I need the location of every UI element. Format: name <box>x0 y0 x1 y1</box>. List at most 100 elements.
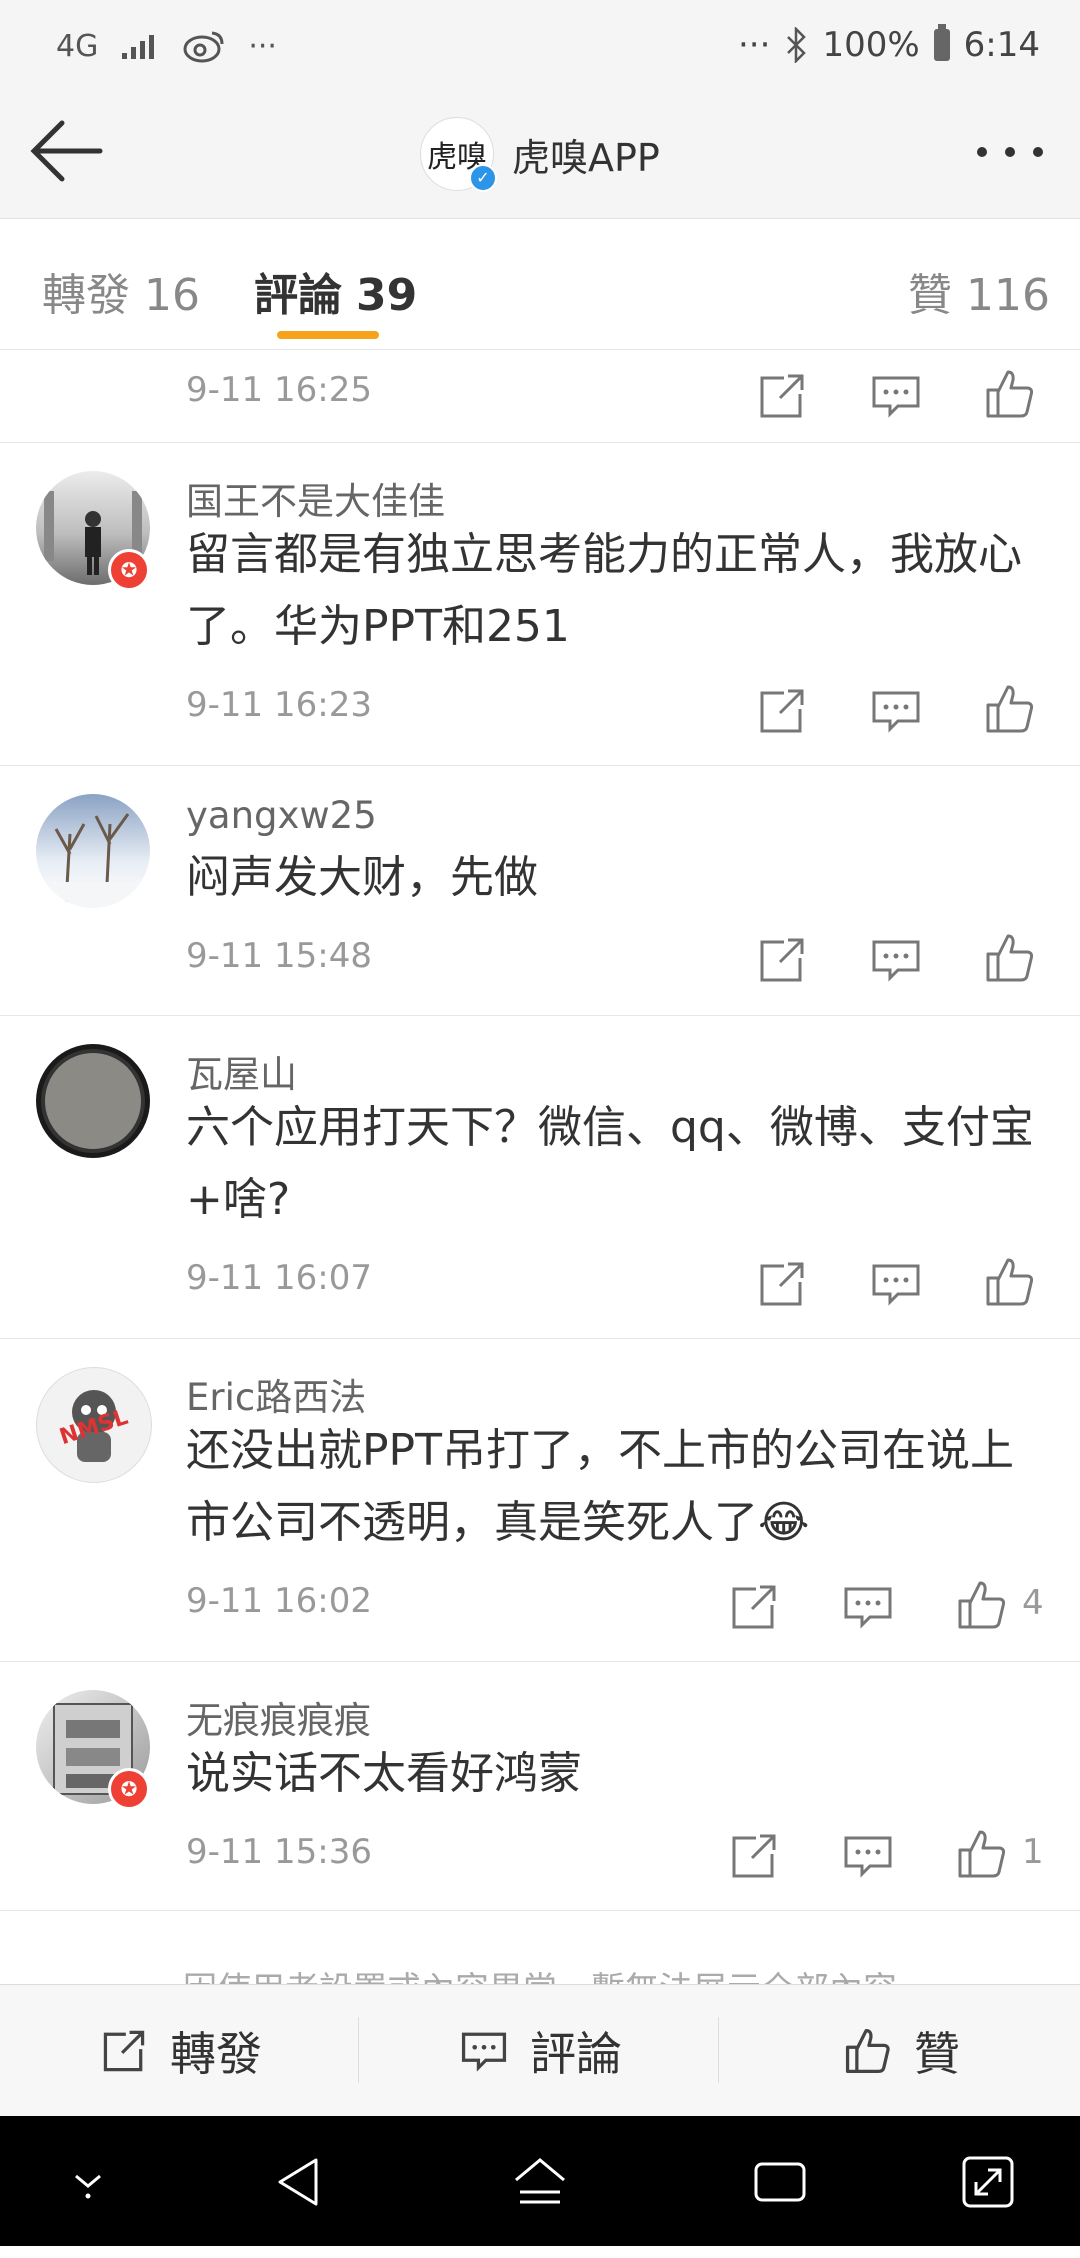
like-count: 4 <box>1022 1583 1044 1623</box>
avatar-image <box>41 1049 145 1153</box>
status-more-right: ··· <box>738 25 771 65</box>
comment-time: 9-11 16:25 <box>186 370 372 410</box>
clock: 6:14 <box>963 25 1040 65</box>
comment-icon[interactable] <box>868 1256 924 1312</box>
repost-icon <box>103 2030 145 2072</box>
comment-time: 9-11 15:36 <box>186 1832 372 1872</box>
system-nav-bar <box>0 2116 1080 2246</box>
comment-time: 9-11 16:02 <box>186 1581 372 1621</box>
recents-nav-icon[interactable] <box>750 2152 810 2212</box>
like-count: 1 <box>1022 1832 1044 1872</box>
like-icon[interactable] <box>982 930 1038 986</box>
separator <box>358 2017 359 2083</box>
status-left: 4G ··· <box>56 24 277 68</box>
app-header: 虎嗅 ✓ 虎嗅APP <box>0 90 1080 219</box>
tab-comments-label: 評論 <box>254 270 342 321</box>
comment-username[interactable]: 瓦屋山 <box>186 1044 297 1098</box>
comment-time: 9-11 16:23 <box>186 685 372 725</box>
account-logo: 虎嗅 ✓ <box>420 117 497 192</box>
network-type: 4G <box>56 28 99 64</box>
back-arrow-icon <box>30 120 103 182</box>
tab-repost-count: 16 <box>144 270 200 321</box>
member-badge-icon: ✪ <box>108 549 150 591</box>
more-dots-icon <box>977 147 1043 157</box>
comment-icon <box>461 2032 507 2072</box>
comment-text: 留言都是有独立思考能力的正常人，我放心了。华为PPT和251 <box>186 529 1022 652</box>
home-nav-icon[interactable] <box>510 2152 570 2212</box>
comment-icon[interactable] <box>840 1828 896 1884</box>
user-avatar[interactable] <box>36 794 150 908</box>
notice-text: 因使用者設置或內容異常，暫無法展示全部內容 <box>183 1970 897 1984</box>
comment-item: yangxw25 闷声发大财，先做 9-11 15:48 <box>0 766 1080 1016</box>
comment-username[interactable]: yangxw25 <box>186 794 377 837</box>
avatar-image <box>36 813 150 908</box>
battery-percent: 100% <box>822 25 920 65</box>
tab-comments[interactable]: 評論 39 <box>254 259 417 323</box>
like-label: 贊 <box>914 2027 960 2081</box>
comment-text: 闷声发大财，先做 <box>186 852 538 903</box>
comment-icon[interactable] <box>868 932 924 988</box>
signal-icon <box>122 35 155 59</box>
member-badge-icon: ✪ <box>108 1768 150 1810</box>
back-button[interactable] <box>24 116 110 186</box>
comment-text: 说实话不太看好鸿蒙 <box>186 1748 582 1799</box>
like-button[interactable]: 贊 <box>842 1985 960 2117</box>
tab-likes[interactable]: 贊 116 <box>908 259 1050 323</box>
comment-item: NMSL Eric路西法 还没出就PPT吊打了，不上市的公司在说上市公司不透明，… <box>0 1339 1080 1662</box>
comment-username[interactable]: 国王不是大佳佳 <box>186 471 445 525</box>
status-bar: 4G ··· ··· 100% 6:14 <box>0 0 1080 90</box>
comment-time: 9-11 15:48 <box>186 936 372 976</box>
comment-icon[interactable] <box>840 1579 896 1635</box>
tab-likes-label: 贊 <box>908 270 952 321</box>
bottom-action-bar: 轉發 評論 贊 <box>0 1984 1080 2117</box>
user-avatar[interactable] <box>36 1044 150 1158</box>
more-options-button[interactable] <box>970 132 1050 172</box>
verified-icon: ✓ <box>469 164 497 192</box>
comment-time: 9-11 16:07 <box>186 1258 372 1298</box>
comment-item: 9-11 16:25 <box>0 350 1080 443</box>
comment-button[interactable]: 評論 <box>458 1985 622 2117</box>
user-avatar[interactable]: NMSL <box>36 1367 152 1483</box>
separator <box>718 2017 719 2083</box>
like-icon[interactable] <box>982 1254 1038 1310</box>
like-icon[interactable] <box>954 1577 1010 1633</box>
repost-icon[interactable] <box>754 932 810 988</box>
like-icon[interactable] <box>954 1826 1010 1882</box>
repost-label: 轉發 <box>170 2027 262 2081</box>
tab-likes-count: 116 <box>966 270 1050 321</box>
like-icon[interactable] <box>982 681 1038 737</box>
active-tab-indicator <box>277 331 379 339</box>
repost-icon[interactable] <box>726 1828 782 1884</box>
comment-icon[interactable] <box>868 368 924 424</box>
comment-item: ✪ 国王不是大佳佳 留言都是有独立思考能力的正常人，我放心了。华为PPT和251… <box>0 443 1080 766</box>
comment-icon[interactable] <box>868 683 924 739</box>
repost-icon[interactable] <box>726 1579 782 1635</box>
like-icon <box>845 2028 890 2074</box>
comment-item: 瓦屋山 六个应用打天下？微信、qq、微博、支付宝+啥? 9-11 16:07 <box>0 1016 1080 1339</box>
comment-text: 六个应用打天下？微信、qq、微博、支付宝+啥? <box>186 1102 1034 1225</box>
hide-keyboard-icon[interactable] <box>58 2152 118 2212</box>
bluetooth-icon <box>787 27 807 63</box>
status-right: ··· 100% 6:14 <box>738 22 1040 68</box>
tab-repost-label: 轉發 <box>42 270 130 321</box>
comment-username[interactable]: Eric路西法 <box>186 1367 366 1421</box>
weibo-icon <box>183 31 224 63</box>
repost-icon[interactable] <box>754 683 810 739</box>
comment-text: 还没出就PPT吊打了，不上市的公司在说上市公司不透明，真是笑死人了😂 <box>186 1425 1014 1548</box>
repost-button[interactable]: 轉發 <box>98 1985 262 2117</box>
comment-label: 評論 <box>530 2027 622 2081</box>
avatar-image: NMSL <box>57 1390 131 1462</box>
repost-icon[interactable] <box>754 368 810 424</box>
comment-username[interactable]: 无痕痕痕痕 <box>186 1690 371 1744</box>
tab-bar: 轉發 16 評論 39 贊 116 <box>0 219 1080 350</box>
like-icon[interactable] <box>982 366 1038 422</box>
page-title: 虎嗅APP <box>512 135 660 180</box>
battery-icon <box>933 24 950 61</box>
back-nav-icon[interactable] <box>270 2152 330 2212</box>
account-title[interactable]: 虎嗅 ✓ 虎嗅APP <box>420 116 660 192</box>
hidden-content-notice: 因使用者設置或內容異常，暫無法展示全部內容 <box>0 1908 1080 1984</box>
tab-repost[interactable]: 轉發 16 <box>42 259 200 323</box>
status-more-left: ··· <box>248 28 277 64</box>
repost-icon[interactable] <box>754 1256 810 1312</box>
expand-nav-icon[interactable] <box>958 2152 1018 2212</box>
